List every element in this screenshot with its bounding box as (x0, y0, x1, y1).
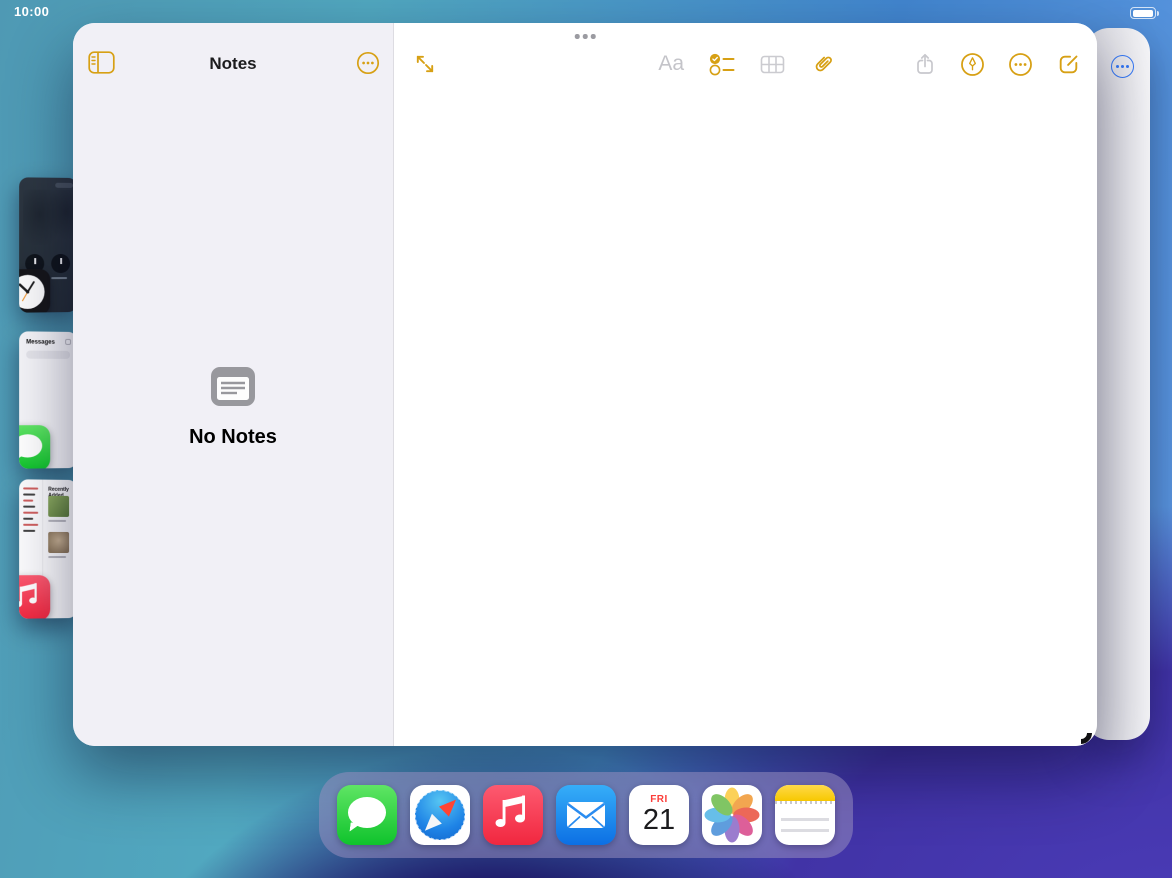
more-button[interactable] (1008, 52, 1033, 77)
dock-safari-icon[interactable] (410, 785, 470, 845)
search-pill (26, 351, 70, 359)
table-button[interactable] (760, 53, 785, 76)
music-note-icon (483, 785, 543, 845)
album-caption (48, 556, 66, 558)
note-editor-pane[interactable]: Aa (394, 23, 1097, 746)
attachment-button[interactable] (810, 51, 836, 77)
compose-note-button[interactable] (1056, 52, 1081, 77)
editor-toolbar: Aa (394, 51, 1097, 77)
notes-sidebar: Notes No Notes (73, 23, 394, 746)
notes-icon-line (781, 818, 829, 821)
notes-icon-line (781, 829, 829, 832)
sidebar-more-button[interactable] (356, 51, 380, 75)
notes-icon-perforation (775, 801, 835, 804)
note-placeholder-icon (210, 366, 256, 407)
album-art (48, 532, 69, 553)
album-caption (48, 520, 66, 522)
envelope-icon (556, 785, 616, 845)
clock-thumb-tab (55, 183, 73, 188)
notes-window: Notes No Notes (73, 23, 1097, 746)
stage-thumbnail-messages[interactable]: Messages (19, 331, 77, 468)
dock: FRI 21 (319, 772, 853, 858)
checklist-button[interactable] (709, 53, 735, 76)
window-handle[interactable] (571, 30, 600, 43)
markup-button[interactable] (960, 52, 985, 77)
messages-app-icon[interactable] (19, 425, 50, 469)
battery-icon (1130, 7, 1156, 19)
sidebar-header: Notes (73, 51, 393, 77)
text-format-button[interactable]: Aa (658, 52, 684, 76)
speech-bubble-icon (348, 797, 386, 828)
speech-bubble-icon (19, 434, 42, 458)
compose-icon (65, 339, 71, 345)
mini-clock-face (51, 254, 70, 273)
dock-calendar-icon[interactable]: FRI 21 (629, 785, 689, 845)
world-map-graphic (23, 189, 77, 245)
share-button[interactable] (913, 52, 937, 76)
notes-icon-header (775, 785, 835, 801)
dock-notes-icon[interactable] (775, 785, 835, 845)
background-window-more-button[interactable] (1111, 55, 1134, 78)
dock-messages-icon[interactable] (337, 785, 397, 845)
music-app-icon[interactable] (19, 575, 50, 619)
dock-music-icon[interactable] (483, 785, 543, 845)
ipad-home-stage: { "status_bar": { "time": "10:00", "batt… (0, 0, 1172, 878)
clock-caption-line (51, 277, 67, 279)
stage-thumbnail-clock[interactable] (19, 177, 77, 312)
calendar-day: 21 (629, 804, 689, 837)
sidebar-title: Notes (73, 54, 393, 74)
expand-window-button[interactable] (413, 52, 437, 76)
status-bar-time: 10:00 (14, 4, 49, 19)
dock-photos-icon[interactable] (702, 785, 762, 845)
album-art (48, 496, 69, 517)
clock-app-icon[interactable] (19, 269, 50, 313)
empty-state-title: No Notes (73, 426, 393, 449)
stage-thumbnail-music[interactable]: Recently Added (19, 479, 77, 618)
dock-mail-icon[interactable] (556, 785, 616, 845)
window-resize-handle[interactable] (1065, 717, 1096, 748)
photos-flower-icon (702, 785, 762, 845)
messages-thumb-title: Messages (26, 339, 55, 345)
empty-state: No Notes (73, 366, 393, 449)
